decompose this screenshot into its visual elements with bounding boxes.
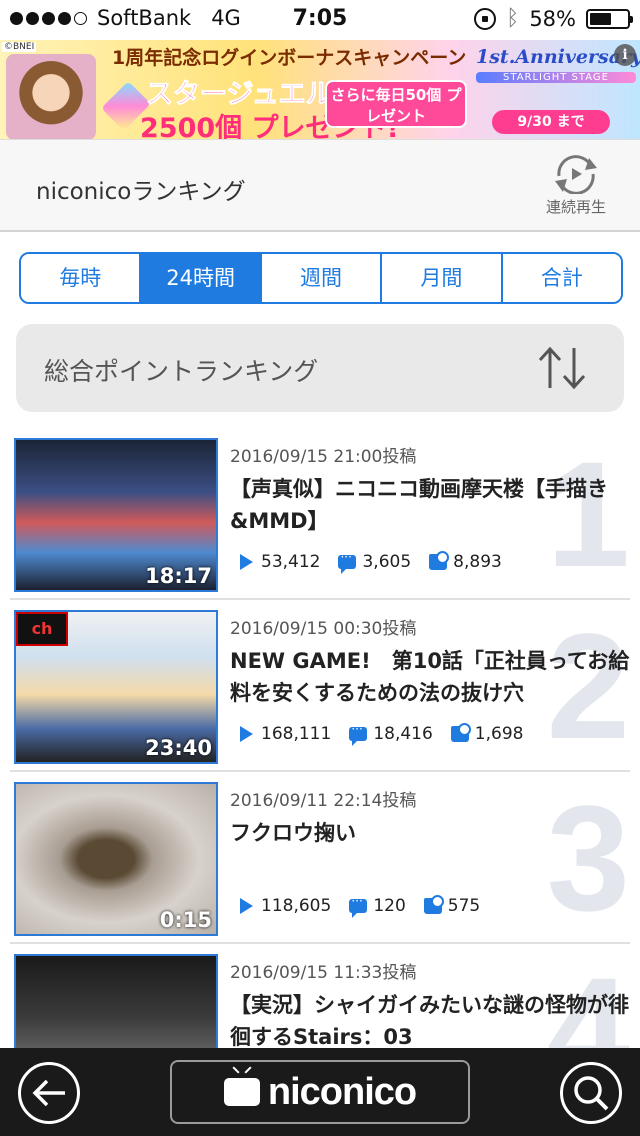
view-count: 118,605 [261,896,332,916]
comment-count-stat: 3,605 [338,550,412,574]
banner-character-image [6,54,96,139]
video-title[interactable]: 【声真似】ニコニコ動画摩天楼【手描き&MMD】 [230,473,630,537]
anniversary-logo: 1st.Anniversary STARLIGHT STAGE [476,46,640,106]
comment-count-stat: 18,416 [349,722,433,746]
play-count-icon [240,898,253,914]
view-count: 53,412 [261,552,321,572]
status-right: ᛒ 58% [474,6,633,31]
status-bar: SoftBank 4G 7:05 ᛒ 58% [0,0,640,40]
comment-count: 120 [373,896,406,916]
video-title[interactable]: NEW GAME! 第10話「正社員ってお給料を安くするための法の抜け穴 [230,645,630,709]
comment-count-stat: 120 [349,894,406,918]
comment-icon [338,550,357,574]
video-duration: 18:17 [145,564,212,588]
mylist-icon [423,895,444,914]
ranking-item[interactable]: 2 ch 23:40 2016/09/15 00:30投稿 NEW GAME! … [10,600,630,772]
video-title[interactable]: フクロウ掬い [230,817,630,881]
ad-info-icon[interactable]: i [614,44,636,66]
battery-percent: 58% [529,6,576,31]
campaign-banner[interactable]: ©BNEI 1周年記念ログインボーナスキャンペーン スタージュエル 2500個 … [0,40,640,140]
mylist-count-stat: 575 [423,895,481,916]
continuous-play-label: 連続再生 [545,198,606,216]
video-thumbnail[interactable]: ch 23:40 [14,610,218,764]
view-count-stat: 53,412 [230,552,320,572]
view-count-stat: 118,605 [230,896,331,916]
post-date: 2016/09/11 22:14投稿 [230,791,417,811]
banner-bonus: さらに毎日50個 プレゼント [325,80,467,128]
mylist-count: 575 [447,896,481,916]
banner-end-date: 9/30 まで [492,110,610,134]
page-title: niconicoランキング [36,179,246,205]
video-meta: 2016/09/15 00:30投稿 NEW GAME! 第10話「正社員ってお… [230,614,630,709]
ranking-item[interactable]: 1 18:17 2016/09/15 21:00投稿 【声真似】ニコニコ動画摩天… [10,428,630,600]
comment-count: 3,605 [362,552,412,572]
video-meta: 2016/09/15 21:00投稿 【声真似】ニコニコ動画摩天楼【手描き&MM… [230,442,630,537]
continuous-play-button[interactable]: 連続再生 [540,154,612,217]
video-stats: 118,605 120 575 [230,894,498,918]
sort-icon[interactable] [536,344,588,392]
search-icon [574,1076,609,1111]
video-duration: 23:40 [145,736,212,760]
anniversary-title: 1st.Anniversary [476,46,640,68]
tab-monthly[interactable]: 月間 [380,254,501,302]
post-date: 2016/09/15 00:30投稿 [230,619,417,639]
mylist-count: 8,893 [453,552,502,572]
play-count-icon [240,554,253,570]
comment-count: 18,416 [373,724,433,744]
video-duration: 0:15 [159,908,212,932]
search-button[interactable] [560,1062,622,1124]
banner-headline: 1周年記念ログインボーナスキャンペーン [112,47,467,69]
back-button[interactable] [18,1062,80,1124]
ranking-category-label: 総合ポイントランキング [44,357,319,386]
video-stats: 168,111 18,416 1,698 [230,722,541,746]
mylist-icon [429,551,450,570]
post-date: 2016/09/15 21:00投稿 [230,447,417,467]
continuous-play-icon [551,154,601,194]
video-thumbnail[interactable]: 0:15 [14,782,218,936]
video-thumbnail[interactable]: 18:17 [14,438,218,592]
video-stats: 53,412 3,605 8,893 [230,550,520,574]
view-count: 168,111 [261,724,332,744]
mylist-count-stat: 1,698 [450,723,524,744]
mylist-count-stat: 8,893 [429,551,502,572]
bluetooth-icon: ᛒ [506,6,520,31]
ranking-category-selector[interactable]: 総合ポイントランキング [16,324,624,412]
niconico-tv-icon [223,1078,260,1106]
play-count-icon [240,726,253,742]
bottom-toolbar: niconico [0,1048,640,1136]
period-tabs: 毎時 24時間 週間 月間 合計 [19,252,623,304]
post-date: 2016/09/15 11:33投稿 [230,963,417,983]
anniversary-subtitle: STARLIGHT STAGE [476,72,636,83]
view-count-stat: 168,111 [230,724,331,744]
tab-weekly[interactable]: 週間 [259,254,381,302]
battery-icon [586,8,633,29]
comment-icon [349,894,368,918]
arrow-left-icon [32,1079,65,1107]
banner-copyright: ©BNEI [2,42,37,52]
ranking-item[interactable]: 3 0:15 2016/09/11 22:14投稿 フクロウ掬い 118,605… [10,772,630,944]
video-title[interactable]: 【実況】シャイガイみたいな謎の怪物が徘徊するStairs：03 [230,989,630,1053]
ranking-list: 1 18:17 2016/09/15 21:00投稿 【声真似】ニコニコ動画摩天… [0,428,640,1116]
page-header: niconicoランキング 連続再生 [0,140,640,232]
rotation-lock-icon [474,7,497,30]
comment-icon [349,722,368,746]
tab-hourly[interactable]: 毎時 [21,254,140,302]
mylist-icon [450,723,471,742]
video-meta: 2016/09/15 11:33投稿 【実況】シャイガイみたいな謎の怪物が徘徊す… [230,958,630,1053]
mylist-count: 1,698 [474,724,524,744]
tab-24-hours[interactable]: 24時間 [139,254,260,302]
video-meta: 2016/09/11 22:14投稿 フクロウ掬い [230,786,630,881]
tab-total[interactable]: 合計 [500,254,621,302]
niconico-logo: niconico [267,1070,417,1113]
channel-badge: ch [16,612,68,646]
niconico-home-button[interactable]: niconico [170,1060,470,1124]
